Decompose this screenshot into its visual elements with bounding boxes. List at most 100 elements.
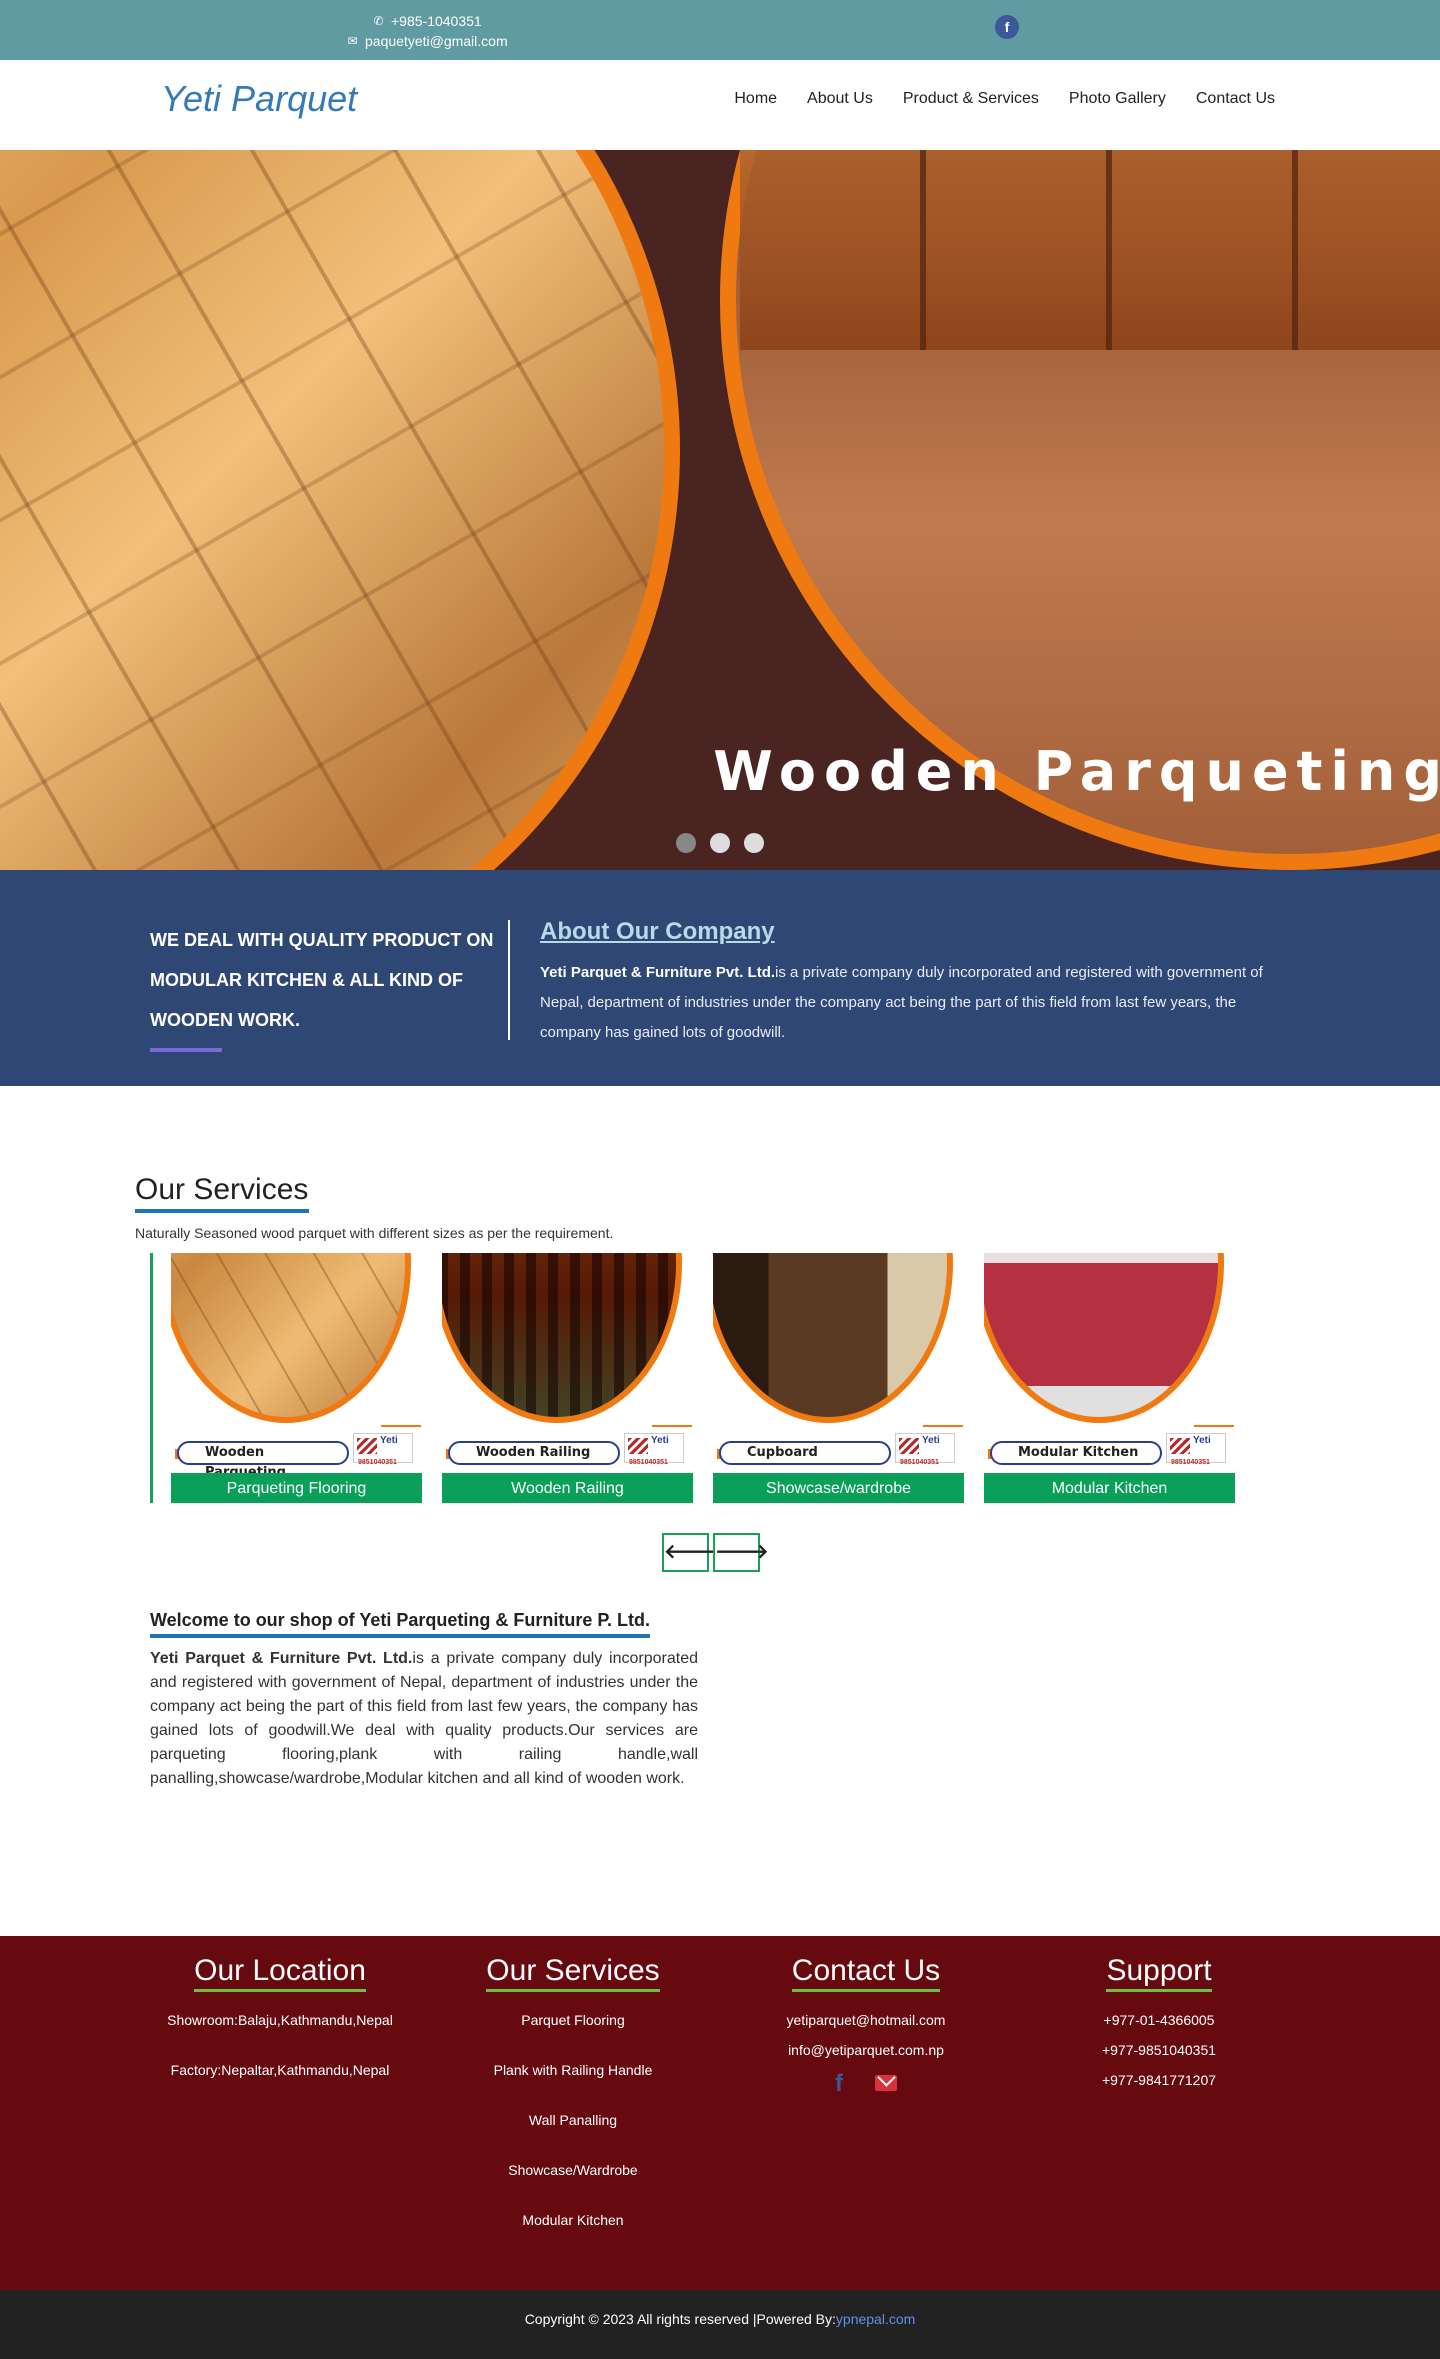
- welcome-text: Yeti Parquet & Furniture Pvt. Ltd.is a p…: [150, 1647, 698, 1791]
- footer-service-link[interactable]: Parquet Flooring: [438, 2010, 708, 2030]
- slider-dots: [676, 833, 764, 853]
- logo-text: Yeti: [651, 1435, 669, 1446]
- brand-logo[interactable]: Yeti Parquet: [161, 78, 357, 120]
- header: Yeti Parquet Home About Us Product & Ser…: [0, 60, 1440, 150]
- carousel-next-button[interactable]: 🡒: [713, 1533, 769, 1572]
- footer-service-link[interactable]: Showcase/Wardrobe: [438, 2160, 708, 2180]
- footer-showroom: Showroom:Balaju,Kathmandu,Nepal: [167, 2012, 393, 2028]
- footer-support-phone[interactable]: +977-9841771207: [1024, 2070, 1294, 2090]
- top-email-text: paquetyeti@gmail.com: [365, 33, 508, 49]
- service-banner: Modular Kitchen: [990, 1441, 1162, 1465]
- yeti-logo: Yeti 9851040351: [353, 1433, 413, 1466]
- top-phone-text: +985-1040351: [391, 13, 482, 29]
- footer-email-info[interactable]: info@yetiparquet.com.np: [731, 2040, 1001, 2060]
- service-card-cupboard[interactable]: Cupboard Yeti 9851040351 Showcase/wardrob…: [713, 1253, 964, 1503]
- logo-mark-icon: [899, 1438, 919, 1454]
- top-phone[interactable]: ✆ +985-1040351: [372, 11, 508, 31]
- slider-dot-3[interactable]: [744, 833, 764, 853]
- services-carousel: Wooden Parqueting Yeti 9851040351 Parquet…: [150, 1253, 1235, 1503]
- service-card-kitchen[interactable]: Modular Kitchen Yeti 9851040351 Modular K…: [984, 1253, 1235, 1503]
- hero-caption: Wooden Parqueting: [713, 740, 1440, 803]
- footer-socials: f: [731, 2070, 1001, 2098]
- logo-text: Yeti: [1193, 1435, 1211, 1446]
- carousel-controls: 🡐 🡒: [662, 1533, 769, 1572]
- service-label[interactable]: Wooden Railing: [442, 1473, 693, 1503]
- copyright-bar: Copyright © 2023 All rights reserved |Po…: [0, 2290, 1440, 2359]
- footer-email-hotmail[interactable]: yetiparquet@hotmail.com: [731, 2010, 1001, 2030]
- service-card-railing[interactable]: Wooden Railing Yeti 9851040351 Wooden Rai…: [442, 1253, 693, 1503]
- logo-mark-icon: [1170, 1438, 1190, 1454]
- services-title-underline: [135, 1209, 309, 1213]
- services-title-text: Our Services: [135, 1173, 309, 1206]
- carousel-prev-button[interactable]: 🡐: [662, 1533, 718, 1572]
- service-image-parqueting: [171, 1253, 411, 1423]
- slider-dot-2[interactable]: [710, 833, 730, 853]
- footer-support-phone[interactable]: +977-01-4366005: [1024, 2010, 1294, 2030]
- phone-icon: ✆: [373, 14, 384, 28]
- welcome-title-underline: [150, 1634, 651, 1638]
- logo-text: Yeti: [380, 1435, 398, 1446]
- logo-phone: 9851040351: [900, 1459, 939, 1466]
- footer-service-link[interactable]: Modular Kitchen: [438, 2210, 708, 2230]
- top-contact: ✆ +985-1040351 ✉ paquetyeti@gmail.com: [346, 11, 508, 51]
- tagline-underline: [150, 1048, 222, 1052]
- footer-support: Support +977-01-4366005 +977-9851040351 …: [1024, 1954, 1294, 2100]
- card-accent-line: [652, 1425, 692, 1427]
- yeti-logo: Yeti 9851040351: [1166, 1433, 1226, 1466]
- footer-contact-title: Contact Us: [791, 1954, 941, 1992]
- about-heading[interactable]: About Our Company: [540, 918, 775, 946]
- footer-location-title: Our Location: [194, 1954, 366, 1992]
- card-accent-line: [1194, 1425, 1234, 1427]
- logo-phone: 9851040351: [629, 1459, 668, 1466]
- logo-mark-icon: [357, 1438, 377, 1454]
- facebook-icon[interactable]: f: [835, 2070, 843, 2098]
- footer: Our Location Showroom:Balaju,Kathmandu,N…: [0, 1936, 1440, 2290]
- nav-home[interactable]: Home: [734, 90, 777, 108]
- footer-contact: Contact Us yetiparquet@hotmail.com info@…: [731, 1954, 1001, 2098]
- envelope-icon: ✉: [347, 34, 358, 48]
- footer-support-phone[interactable]: +977-9851040351: [1024, 2040, 1294, 2060]
- footer-location: Our Location Showroom:Balaju,Kathmandu,N…: [145, 1954, 415, 2110]
- service-label[interactable]: Showcase/wardrobe: [713, 1473, 964, 1503]
- powered-by-link[interactable]: ypnepal.com: [836, 2311, 915, 2327]
- nav-photo-gallery[interactable]: Photo Gallery: [1069, 90, 1166, 108]
- top-email[interactable]: ✉ paquetyeti@gmail.com: [346, 31, 508, 51]
- yeti-logo: Yeti 9851040351: [895, 1433, 955, 1466]
- arrow-right-icon: 🡒: [715, 1541, 769, 1563]
- about-company-name: Yeti Parquet & Furniture Pvt. Ltd.: [540, 964, 776, 981]
- nav-contact-us[interactable]: Contact Us: [1196, 90, 1275, 108]
- service-image-kitchen: [984, 1253, 1224, 1423]
- footer-services-title: Our Services: [486, 1954, 660, 1992]
- service-card-parqueting[interactable]: Wooden Parqueting Yeti 9851040351 Parquet…: [171, 1253, 422, 1503]
- logo-phone: 9851040351: [1171, 1459, 1210, 1466]
- slider-dot-1[interactable]: [676, 833, 696, 853]
- service-label[interactable]: Modular Kitchen: [984, 1473, 1235, 1503]
- logo-phone: 9851040351: [358, 1459, 397, 1466]
- envelope-icon[interactable]: [875, 2075, 897, 2091]
- footer-service-link[interactable]: Plank with Railing Handle: [438, 2060, 708, 2080]
- facebook-icon[interactable]: f: [995, 15, 1019, 39]
- hero-floor-image-left: [0, 150, 680, 870]
- service-image-railing: [442, 1253, 682, 1423]
- welcome-title-text: Welcome to our shop of Yeti Parqueting &…: [150, 1610, 651, 1630]
- services-subtitle: Naturally Seasoned wood parquet with dif…: [135, 1225, 614, 1241]
- hero-slider[interactable]: Wooden Parqueting: [0, 150, 1440, 870]
- footer-service-link[interactable]: Wall Panalling: [438, 2110, 708, 2130]
- copyright-text: Copyright © 2023 All rights reserved |Po…: [524, 2311, 836, 2327]
- service-image-cupboard: [713, 1253, 953, 1423]
- service-label[interactable]: Parqueting Flooring: [171, 1473, 422, 1503]
- welcome-title: Welcome to our shop of Yeti Parqueting &…: [150, 1610, 651, 1638]
- yeti-logo: Yeti 9851040351: [624, 1433, 684, 1466]
- about-text: Yeti Parquet & Furniture Pvt. Ltd.is a p…: [540, 958, 1300, 1048]
- welcome-company-name: Yeti Parquet & Furniture Pvt. Ltd.: [150, 1650, 413, 1667]
- welcome-body: is a private company duly incorporated a…: [150, 1650, 699, 1787]
- arrow-left-icon: 🡐: [664, 1541, 718, 1563]
- logo-mark-icon: [628, 1438, 648, 1454]
- nav-product-services[interactable]: Product & Services: [903, 90, 1039, 108]
- nav-about-us[interactable]: About Us: [807, 90, 873, 108]
- footer-services: Our Services Parquet Flooring Plank with…: [438, 1954, 708, 2260]
- main-nav: Home About Us Product & Services Photo G…: [734, 90, 1275, 108]
- top-bar: ✆ +985-1040351 ✉ paquetyeti@gmail.com f: [0, 0, 1440, 60]
- footer-support-title: Support: [1106, 1954, 1212, 1992]
- service-banner: Wooden Railing: [448, 1441, 620, 1465]
